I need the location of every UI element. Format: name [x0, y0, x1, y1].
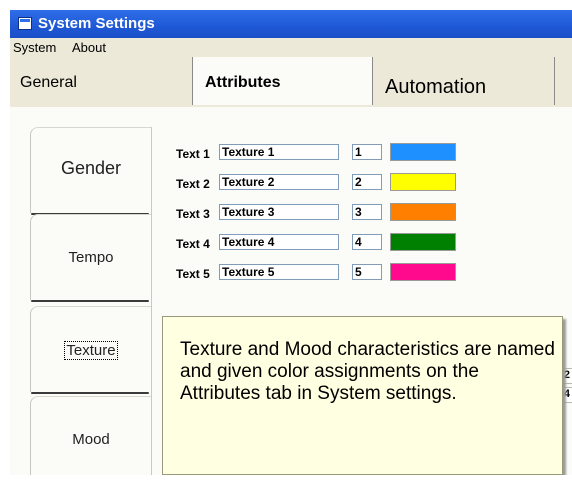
side-tab-mood-label: Mood: [72, 431, 110, 448]
attribute-number-input[interactable]: [352, 144, 382, 160]
tab-overflow[interactable]: [554, 57, 572, 105]
tab-strip: General Attributes Automation: [10, 57, 572, 107]
attribute-number-input[interactable]: [352, 174, 382, 190]
tab-attributes-label: Attributes: [205, 74, 281, 91]
attribute-name-input[interactable]: [219, 174, 339, 190]
menu-item-system[interactable]: System: [13, 40, 56, 55]
title-bar[interactable]: System Settings: [10, 10, 572, 38]
panel-divider: [151, 127, 152, 475]
tab-general[interactable]: General: [10, 57, 192, 105]
attribute-label: Text 3: [176, 207, 210, 221]
attribute-color-swatch[interactable]: [390, 143, 456, 161]
menu-bar: System About: [10, 38, 572, 57]
side-tab-tempo-label: Tempo: [68, 249, 114, 266]
side-tab-mood[interactable]: Mood: [30, 396, 151, 475]
side-tab-tempo[interactable]: Tempo: [30, 214, 151, 302]
system-settings-window: System Settings System About General Att…: [10, 10, 572, 475]
side-tab-gender-label: Gender: [60, 158, 122, 178]
attribute-label: Text 4: [176, 237, 210, 251]
tab-attributes[interactable]: Attributes: [192, 57, 373, 105]
side-tab-texture[interactable]: Texture: [30, 306, 151, 394]
tab-automation-label: Automation: [385, 76, 487, 98]
attribute-number-input[interactable]: [352, 234, 382, 250]
attribute-name-input[interactable]: [219, 144, 339, 160]
tab-general-label: General: [20, 74, 77, 91]
attribute-color-swatch[interactable]: [390, 173, 456, 191]
attribute-label: Text 2: [176, 177, 210, 191]
attribute-name-input[interactable]: [219, 264, 339, 280]
attribute-name-input[interactable]: [219, 234, 339, 250]
side-tab-texture-label: Texture: [64, 341, 118, 360]
window-icon[interactable]: [18, 17, 32, 30]
attribute-label: Text 5: [176, 267, 210, 281]
attribute-color-swatch[interactable]: [390, 203, 456, 221]
attribute-number-input[interactable]: [352, 204, 382, 220]
attribute-color-swatch[interactable]: [390, 263, 456, 281]
side-tab-gender[interactable]: Gender: [30, 127, 151, 215]
info-tooltip: Texture and Mood characteristics are nam…: [162, 316, 563, 475]
attribute-color-swatch[interactable]: [390, 233, 456, 251]
tab-automation[interactable]: Automation: [372, 57, 555, 105]
tooltip-text: Texture and Mood characteristics are nam…: [180, 339, 555, 404]
window-title: System Settings: [38, 15, 155, 32]
attribute-number-input[interactable]: [352, 264, 382, 280]
menu-item-about[interactable]: About: [72, 40, 106, 55]
attribute-name-input[interactable]: [219, 204, 339, 220]
attribute-label: Text 1: [176, 147, 210, 161]
